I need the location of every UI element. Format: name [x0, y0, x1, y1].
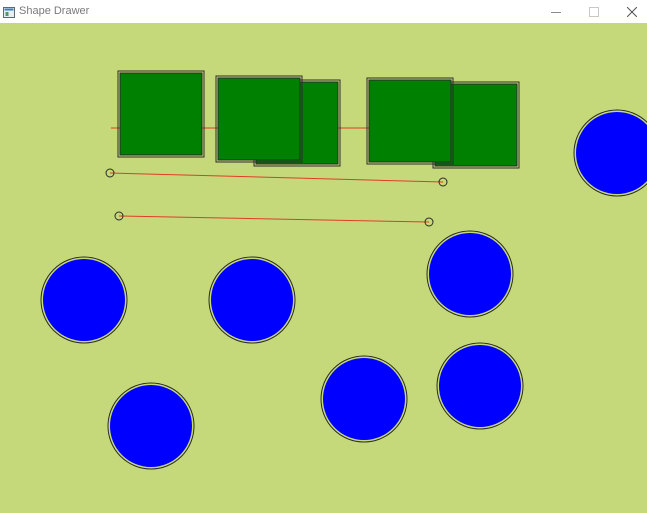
- shape-drawer-window: Shape Drawer: [0, 0, 647, 513]
- window-title: Shape Drawer: [19, 5, 90, 17]
- square-shape[interactable]: [215, 75, 303, 163]
- circle-shape[interactable]: [436, 342, 524, 430]
- drawing-surface[interactable]: [0, 23, 647, 513]
- close-icon: [627, 6, 637, 17]
- square-shape[interactable]: [117, 70, 205, 158]
- maximize-icon: [589, 6, 599, 17]
- minimize-button[interactable]: [537, 0, 575, 23]
- minimize-icon: [551, 11, 561, 13]
- circle-shape[interactable]: [107, 382, 195, 470]
- square-shape[interactable]: [366, 77, 454, 165]
- app-window-icon: [3, 5, 15, 18]
- close-button[interactable]: [613, 0, 647, 23]
- drawing-canvas[interactable]: [0, 23, 647, 513]
- circle-shape[interactable]: [40, 256, 128, 344]
- circle-shape[interactable]: [320, 355, 408, 443]
- title-bar[interactable]: Shape Drawer: [0, 0, 647, 23]
- maximize-button[interactable]: [575, 0, 613, 23]
- circle-shape[interactable]: [208, 256, 296, 344]
- circle-shape[interactable]: [426, 230, 514, 318]
